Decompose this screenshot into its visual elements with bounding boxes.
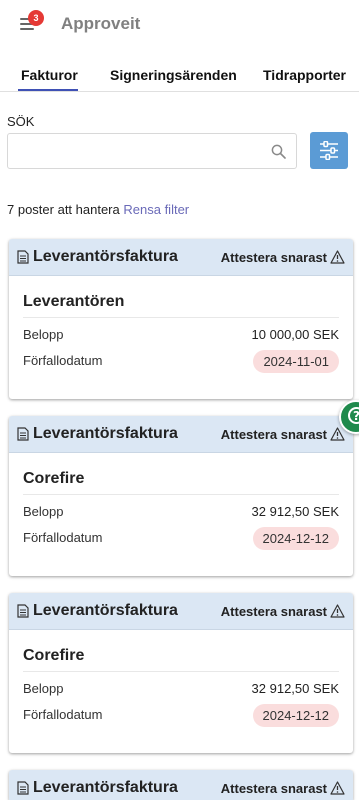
search-input[interactable] [8, 134, 263, 168]
card-header: Leverantörsfaktura Attestera snarast [9, 593, 353, 630]
card-status: Attestera snarast [220, 604, 327, 619]
card-header: Leverantörsfaktura Attestera snarast [9, 416, 353, 453]
card-status: Attestera snarast [220, 427, 327, 442]
app-title: Approveit [61, 14, 141, 33]
amount-label: Belopp [23, 681, 64, 696]
warning-icon [330, 781, 345, 795]
results-count: 7 poster att hantera [7, 202, 120, 217]
invoice-card[interactable]: Leverantörsfaktura Attestera snarast Lev… [9, 239, 353, 399]
clear-filter-link[interactable]: Rensa filter [123, 202, 189, 217]
card-type: Leverantörsfaktura [33, 248, 178, 265]
due-date-badge: 2024-11-01 [253, 350, 339, 373]
divider [23, 494, 339, 495]
invoice-card[interactable]: Leverantörsfaktura Attestera snarast [9, 770, 353, 800]
amount-value: 32 912,50 SEK [251, 504, 339, 519]
amount-value: 32 912,50 SEK [251, 681, 339, 696]
notification-badge: 3 [28, 10, 44, 26]
amount-label: Belopp [23, 504, 64, 519]
divider [23, 671, 339, 672]
supplier-name: Corefire [23, 647, 85, 664]
tab-signeringsarenden[interactable]: Signeringsärenden [110, 67, 237, 83]
card-type: Leverantörsfaktura [33, 425, 178, 442]
document-icon [17, 250, 29, 264]
card-header: Leverantörsfaktura Attestera snarast [9, 770, 353, 800]
due-date-label: Förfallodatum [23, 353, 103, 368]
sliders-icon [320, 141, 338, 160]
card-type: Leverantörsfaktura [33, 779, 178, 796]
supplier-name: Corefire [23, 470, 85, 487]
document-icon [17, 427, 29, 441]
supplier-name: Leverantören [23, 293, 125, 310]
question-icon: ? [348, 407, 359, 424]
active-tab-indicator [18, 89, 78, 91]
due-date-label: Förfallodatum [23, 530, 103, 545]
card-status: Attestera snarast [220, 250, 327, 265]
filter-button[interactable] [310, 132, 348, 169]
search-field [7, 133, 297, 169]
tab-bar: Fakturor Signeringsärenden Tidrapporter [0, 55, 359, 92]
due-date-badge: 2024-12-12 [252, 527, 339, 550]
search-icon[interactable] [271, 144, 286, 159]
warning-icon [330, 427, 345, 441]
divider [23, 317, 339, 318]
results-summary: 7 poster att hantera Rensa filter [7, 202, 189, 217]
card-status: Attestera snarast [220, 781, 327, 796]
invoice-card[interactable]: Leverantörsfaktura Attestera snarast Cor… [9, 416, 353, 576]
document-icon [17, 604, 29, 618]
amount-value: 10 000,00 SEK [251, 327, 339, 342]
warning-icon [330, 250, 345, 264]
invoice-card[interactable]: Leverantörsfaktura Attestera snarast Cor… [9, 593, 353, 753]
search-label: SÖK [7, 114, 35, 129]
amount-label: Belopp [23, 327, 64, 342]
top-bar: 3 Approveit [0, 0, 359, 50]
tab-fakturor[interactable]: Fakturor [21, 67, 78, 83]
tab-tidrapporter[interactable]: Tidrapporter [263, 67, 346, 83]
document-icon [17, 781, 29, 795]
due-date-badge: 2024-12-12 [252, 704, 339, 727]
warning-icon [330, 604, 345, 618]
card-type: Leverantörsfaktura [33, 602, 178, 619]
due-date-label: Förfallodatum [23, 707, 103, 722]
card-header: Leverantörsfaktura Attestera snarast [9, 239, 353, 276]
